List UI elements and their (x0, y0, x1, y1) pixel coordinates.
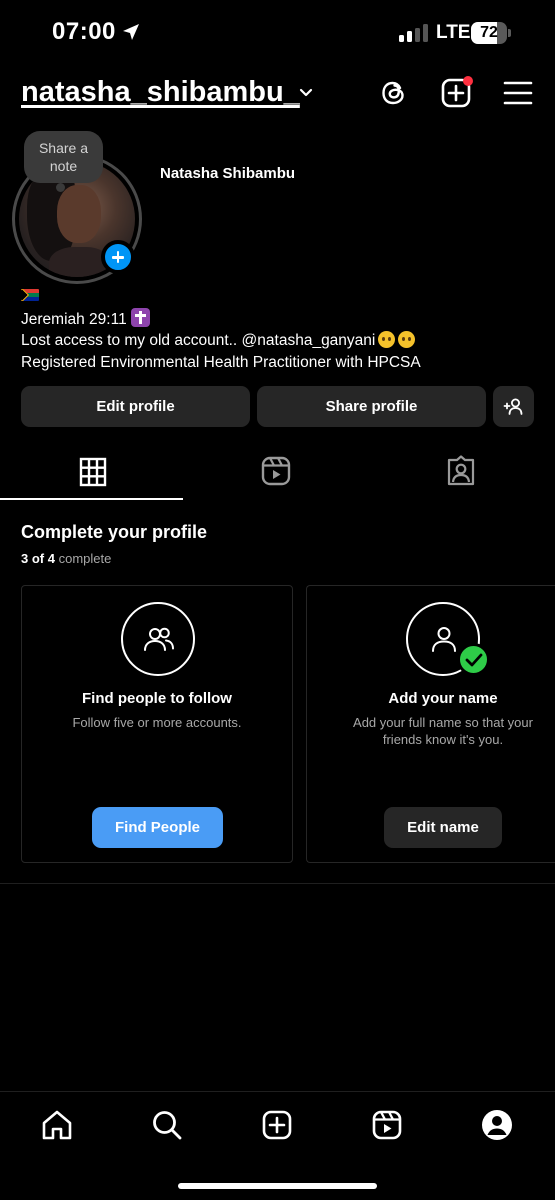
checkmark-icon (457, 643, 490, 676)
create-icon[interactable] (260, 1108, 294, 1142)
menu-icon[interactable] (502, 77, 534, 109)
progress-suffix: complete (58, 551, 112, 566)
network-type: LTE (436, 22, 471, 43)
battery-icon: 72 (471, 22, 511, 44)
card-title: Add your name (388, 690, 498, 707)
cross-emoji-icon (130, 308, 150, 327)
home-indicator (178, 1183, 377, 1189)
tagged-icon[interactable] (446, 455, 476, 487)
profile-username[interactable]: natasha_shibambu_ (21, 76, 300, 109)
bio-line-2[interactable]: Lost access to my old account.. @natasha… (21, 332, 375, 349)
battery-level: 72 (480, 24, 498, 41)
add-story-icon[interactable] (101, 240, 135, 274)
person-icon (432, 627, 456, 652)
share-profile-button[interactable]: Share profile (257, 386, 486, 427)
add-name-card: Add your name Add your full name so that… (306, 585, 555, 863)
share-note-bubble[interactable]: Share a note (24, 131, 103, 192)
threads-icon[interactable] (378, 77, 410, 109)
progress-count: 3 of 4 (21, 551, 55, 566)
display-name: Natasha Shibambu (160, 165, 296, 182)
card-icon-circle (121, 602, 195, 676)
status-time: 07:00 (52, 18, 116, 45)
weary-face-icon (398, 331, 416, 348)
share-note-label: Share a note (38, 140, 89, 174)
people-icon (144, 627, 174, 651)
chevron-down-icon[interactable] (297, 84, 315, 102)
profile-icon[interactable] (480, 1108, 514, 1142)
add-person-icon (503, 398, 523, 415)
edit-name-button[interactable]: Edit name (384, 807, 502, 848)
pleading-face-icon (378, 331, 396, 348)
location-arrow-icon (123, 24, 139, 40)
card-title: Find people to follow (82, 690, 232, 707)
discover-people-button[interactable] (493, 386, 534, 427)
notification-dot (463, 76, 473, 86)
grid-icon[interactable] (78, 455, 108, 487)
cellular-signal-icon (399, 24, 429, 42)
bio: Jeremiah 29:11 Lost access to my old acc… (21, 286, 421, 374)
edit-profile-button[interactable]: Edit profile (21, 386, 250, 427)
active-tab-indicator (0, 498, 183, 500)
card-subtitle: Add your full name so that your friends … (353, 715, 533, 747)
bio-line-1: Jeremiah 29:11 (21, 311, 127, 328)
complete-profile-title: Complete your profile (21, 522, 208, 542)
south-africa-flag-icon (21, 289, 39, 301)
status-bar: 07:00 LTE 72 (0, 0, 555, 64)
home-icon[interactable] (40, 1108, 74, 1142)
find-people-button[interactable]: Find People (92, 807, 223, 848)
search-icon[interactable] (150, 1108, 184, 1142)
card-subtitle: Follow five or more accounts. (72, 715, 242, 730)
reels-icon[interactable] (261, 455, 291, 487)
find-people-card: Find people to follow Follow five or mor… (21, 585, 293, 863)
complete-profile-progress: 3 of 4 complete (21, 551, 111, 566)
reels-icon[interactable] (370, 1108, 404, 1142)
divider (0, 883, 555, 884)
bio-line-3: Registered Environmental Health Practiti… (21, 354, 421, 371)
